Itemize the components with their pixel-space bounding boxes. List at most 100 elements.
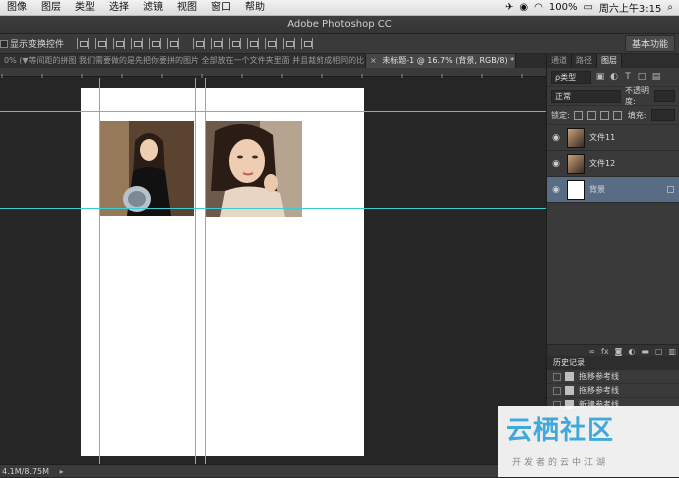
- close-icon[interactable]: ×: [370, 54, 377, 68]
- tab-layers[interactable]: 图层: [597, 54, 622, 68]
- history-item-label: 拖移参考线: [579, 386, 619, 395]
- menu-layer[interactable]: 图层: [34, 0, 68, 16]
- filter-type-icon[interactable]: T: [623, 72, 633, 82]
- status-menu-arrow-icon[interactable]: ▸: [60, 467, 64, 476]
- show-transform-label: 显示变换控件: [10, 40, 65, 50]
- layers-panel-tabs: 通道 路径 图层: [547, 54, 679, 68]
- guide-vertical-3[interactable]: [205, 78, 206, 464]
- layer-mask-icon[interactable]: ◙: [615, 347, 623, 356]
- align-left-icon[interactable]: [131, 38, 144, 49]
- eye-icon[interactable]: ◉: [547, 159, 565, 169]
- history-checkbox[interactable]: [553, 372, 561, 381]
- lock-row: 锁定: 填充:: [547, 106, 679, 125]
- guide-vertical-2[interactable]: [195, 78, 196, 464]
- photo-woman-1[interactable]: [99, 121, 194, 216]
- align-vcenter-icon[interactable]: [95, 38, 108, 49]
- eye-icon[interactable]: ◉: [547, 133, 565, 143]
- distribute-hcenter-icon[interactable]: [265, 38, 278, 49]
- lock-transparent-icon[interactable]: [573, 110, 583, 120]
- auto-align-icon[interactable]: [301, 38, 314, 49]
- tab-document-1[interactable]: 0% (▼等间距的拼图 我们需要做的是先把你要拼的图片 全部放在一个文件夹里面 …: [0, 54, 366, 68]
- tab-document-2[interactable]: × 未标题-1 @ 16.7% (背景, RGB/8) *: [366, 54, 516, 68]
- layer-row[interactable]: ◉ 文件11: [547, 125, 679, 151]
- align-bottom-icon[interactable]: [113, 38, 126, 49]
- menubar-status-area: ✈ ◉ ◠ 100% ▭ 周六上午3:15 ⌕: [505, 0, 679, 15]
- distribute-vcenter-icon[interactable]: [211, 38, 224, 49]
- tab-channels[interactable]: 通道: [547, 54, 572, 68]
- layer-name[interactable]: 文件11: [589, 132, 615, 143]
- filter-adjustment-icon[interactable]: ◐: [609, 72, 619, 82]
- mac-menubar: 图像 图层 类型 选择 滤镜 视图 窗口 帮助 ✈ ◉ ◠ 100% ▭ 周六上…: [0, 0, 679, 16]
- guide-horizontal-2[interactable]: [0, 208, 546, 209]
- app-title: Adobe Photoshop CC: [287, 19, 392, 30]
- bluetooth-icon[interactable]: ✈: [505, 2, 513, 13]
- adjustment-layer-icon[interactable]: ◐: [628, 347, 635, 356]
- wechat-icon[interactable]: ◉: [519, 2, 528, 13]
- guide-vertical-1[interactable]: [99, 78, 100, 464]
- menu-select[interactable]: 选择: [102, 0, 136, 16]
- menu-help[interactable]: 帮助: [238, 0, 272, 16]
- canvas-area[interactable]: [0, 78, 546, 464]
- menu-view[interactable]: 视图: [170, 0, 204, 16]
- horizontal-ruler[interactable]: [0, 68, 546, 83]
- layer-name[interactable]: 背景: [589, 184, 605, 195]
- guide-horizontal-1[interactable]: [0, 111, 546, 112]
- history-item[interactable]: 拖移参考线: [547, 370, 679, 384]
- watermark-sub: 开发者的云中江湖: [512, 458, 609, 468]
- new-group-icon[interactable]: ▬: [641, 347, 649, 356]
- lock-position-icon[interactable]: [599, 110, 609, 120]
- distribute-bottom-icon[interactable]: [229, 38, 242, 49]
- layer-row-selected[interactable]: ◉ 背景: [547, 177, 679, 203]
- blend-mode-select[interactable]: 正常: [551, 89, 621, 103]
- menu-window[interactable]: 窗口: [204, 0, 238, 16]
- align-hcenter-icon[interactable]: [149, 38, 162, 49]
- lock-all-icon[interactable]: [612, 110, 622, 120]
- tab-label: 0% (▼等间距的拼图 我们需要做的是先把你要拼的图片 全部放在一个文件夹里面 …: [4, 56, 366, 65]
- eye-icon[interactable]: ◉: [547, 185, 565, 195]
- menu-image[interactable]: 图像: [0, 0, 34, 16]
- options-bar: 显示变换控件 基本功能: [0, 34, 679, 54]
- fill-field[interactable]: [651, 109, 675, 121]
- search-icon[interactable]: ⌕: [667, 2, 673, 13]
- layer-row[interactable]: ◉ 文件12: [547, 151, 679, 177]
- photo-2-image: [205, 121, 302, 217]
- align-top-icon[interactable]: [77, 38, 90, 49]
- history-checkbox[interactable]: [553, 386, 561, 395]
- menu-type[interactable]: 类型: [68, 0, 102, 16]
- filter-shape-icon[interactable]: □: [637, 72, 647, 82]
- layer-filter-select[interactable]: ρ类型: [551, 70, 591, 84]
- link-layers-icon[interactable]: ∞: [588, 347, 595, 356]
- align-right-icon[interactable]: [167, 38, 180, 49]
- fill-label: 填充:: [627, 110, 647, 120]
- photo-woman-2[interactable]: [205, 121, 302, 217]
- filter-pixel-icon[interactable]: ▣: [595, 72, 605, 82]
- tab-label: 未标题-1 @ 16.7% (背景, RGB/8) *: [382, 56, 515, 65]
- show-transform-checkbox[interactable]: [0, 39, 8, 48]
- distribute-top-icon[interactable]: [193, 38, 206, 49]
- delete-layer-icon[interactable]: ▥: [668, 347, 676, 356]
- layer-name[interactable]: 文件12: [589, 158, 615, 169]
- history-item-label: 拖移参考线: [579, 372, 619, 381]
- menu-filter[interactable]: 滤镜: [136, 0, 170, 16]
- wifi-icon[interactable]: ◠: [534, 2, 543, 13]
- doc-size: 4.1M/8.75M: [2, 467, 50, 476]
- battery-percent[interactable]: 100%: [549, 2, 578, 13]
- filter-smart-object-icon[interactable]: ▤: [651, 72, 661, 82]
- new-layer-icon[interactable]: ▢: [655, 347, 663, 356]
- clock[interactable]: 周六上午3:15: [599, 0, 661, 15]
- battery-icon[interactable]: ▭: [583, 2, 592, 13]
- document-tabs: 0% (▼等间距的拼图 我们需要做的是先把你要拼的图片 全部放在一个文件夹里面 …: [0, 54, 546, 68]
- layer-style-icon[interactable]: fx: [601, 347, 609, 356]
- lock-pixels-icon[interactable]: [586, 110, 596, 120]
- app-titlebar: Adobe Photoshop CC: [0, 16, 679, 34]
- layer-thumbnail: [567, 127, 585, 148]
- distribute-right-icon[interactable]: [283, 38, 296, 49]
- tab-paths[interactable]: 路径: [572, 54, 597, 68]
- history-item[interactable]: 拖移参考线: [547, 384, 679, 398]
- document-page[interactable]: [81, 88, 364, 456]
- watermark-main: 云栖社区: [506, 416, 615, 446]
- workspace-button[interactable]: 基本功能: [624, 35, 675, 52]
- opacity-field[interactable]: [654, 90, 675, 102]
- history-title[interactable]: 历史记录: [547, 356, 679, 370]
- distribute-left-icon[interactable]: [247, 38, 260, 49]
